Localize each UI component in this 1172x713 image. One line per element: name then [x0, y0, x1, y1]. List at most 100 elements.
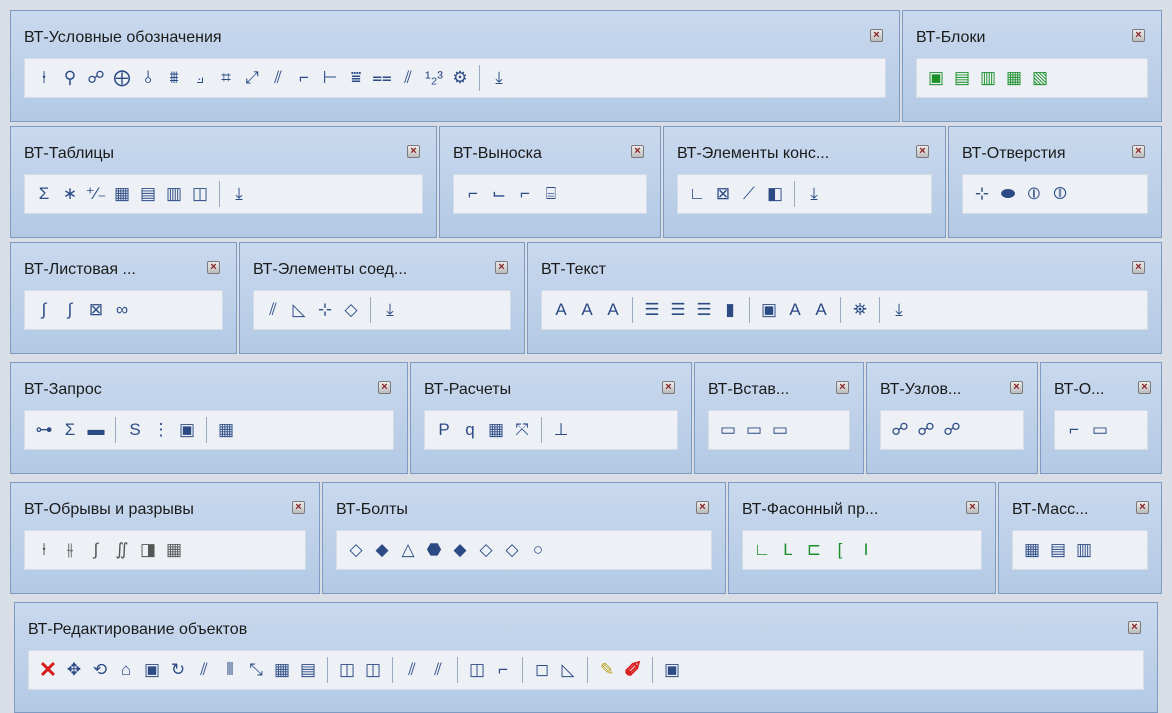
uslovnye-tool-17-icon[interactable]: ⚙	[449, 67, 471, 89]
redaktirovanie-tool-5-icon[interactable]: ▣	[141, 659, 163, 681]
redaktirovanie-tool-9-icon[interactable]: ⤡	[245, 659, 267, 681]
tekst-tool-11-icon[interactable]: ⛯	[849, 299, 871, 321]
tablitsy-tool-1-icon[interactable]: Σ	[33, 183, 55, 205]
tekst-tool-5-icon[interactable]: ☰	[667, 299, 689, 321]
redaktirovanie-tool-6-icon[interactable]: ↻	[167, 659, 189, 681]
uslovnye-tool-2-icon[interactable]: ⚲	[59, 67, 81, 89]
bolty-tool-4-icon[interactable]: ⬣	[423, 539, 445, 561]
uslovnye-tool-14-icon[interactable]: ⩵	[371, 67, 393, 89]
tablitsy-tool-2-icon[interactable]: ∗	[59, 183, 81, 205]
elementy_soed-tool-4-icon[interactable]: ◇	[340, 299, 362, 321]
zapros-tool-3-icon[interactable]: ▬	[85, 419, 107, 441]
tekst-tool-12-icon[interactable]: ⤓	[888, 299, 910, 321]
close-icon[interactable]: ×	[1010, 381, 1023, 394]
close-icon[interactable]: ×	[1136, 501, 1149, 514]
close-icon[interactable]: ×	[1132, 145, 1145, 158]
tablitsy-tool-6-icon[interactable]: ▥	[163, 183, 185, 205]
bloki-tool-1-icon[interactable]: ▣	[925, 67, 947, 89]
vstav-tool-1-icon[interactable]: ▭	[717, 419, 739, 441]
vynoska-tool-3-icon[interactable]: ⌐	[514, 183, 536, 205]
bolty-tool-3-icon[interactable]: △	[397, 539, 419, 561]
tekst-tool-1-icon[interactable]: A	[550, 299, 572, 321]
uslovnye-tool-8-icon[interactable]: ⌗	[215, 67, 237, 89]
uzlov-tool-1-icon[interactable]: ☍	[889, 419, 911, 441]
close-icon[interactable]: ×	[1128, 621, 1141, 634]
redaktirovanie-tool-11-icon[interactable]: ▤	[297, 659, 319, 681]
elementy_kons-tool-1-icon[interactable]: ∟	[686, 183, 708, 205]
uslovnye-tool-7-icon[interactable]: ⟓	[189, 67, 211, 89]
redaktirovanie-tool-7-icon[interactable]: ⫽	[193, 659, 215, 681]
zapros-tool-2-icon[interactable]: Σ	[59, 419, 81, 441]
tablitsy-tool-4-icon[interactable]: ▦	[111, 183, 133, 205]
raschety-tool-5-icon[interactable]: ⊥	[550, 419, 572, 441]
uslovnye-tool-16-icon[interactable]: ¹₂³	[423, 67, 445, 89]
uslovnye-tool-4-icon[interactable]: ⨁	[111, 67, 133, 89]
redaktirovanie-tool-2-icon[interactable]: ✥	[63, 659, 85, 681]
raschety-tool-2-icon[interactable]: q	[459, 419, 481, 441]
uzlov-tool-2-icon[interactable]: ☍	[915, 419, 937, 441]
close-icon[interactable]: ×	[407, 145, 420, 158]
listovaya-tool-2-icon[interactable]: ∫	[59, 299, 81, 321]
redaktirovanie-tool-22-icon[interactable]: ▣	[661, 659, 683, 681]
redaktirovanie-tool-1-icon[interactable]: ✕	[37, 657, 59, 682]
zapros-tool-1-icon[interactable]: ⊶	[33, 419, 55, 441]
tekst-tool-3-icon[interactable]: A	[602, 299, 624, 321]
raschety-tool-1-icon[interactable]: P	[433, 419, 455, 441]
bolty-tool-7-icon[interactable]: ◇	[501, 539, 523, 561]
redaktirovanie-tool-15-icon[interactable]: ⫽	[427, 659, 449, 681]
close-icon[interactable]: ×	[207, 261, 220, 274]
raschety-tool-4-icon[interactable]: ⤧	[511, 419, 533, 441]
close-icon[interactable]: ×	[696, 501, 709, 514]
listovaya-tool-4-icon[interactable]: ∞	[111, 299, 133, 321]
tekst-tool-8-icon[interactable]: ▣	[758, 299, 780, 321]
o-tool-1-icon[interactable]: ⌐	[1063, 419, 1085, 441]
elementy_kons-tool-4-icon[interactable]: ◧	[764, 183, 786, 205]
obryvy-tool-5-icon[interactable]: ◨	[137, 539, 159, 561]
redaktirovanie-tool-14-icon[interactable]: ⫽	[401, 659, 423, 681]
bloki-tool-5-icon[interactable]: ▧	[1029, 67, 1051, 89]
redaktirovanie-tool-8-icon[interactable]: ⦀	[219, 659, 241, 681]
uslovnye-tool-9-icon[interactable]: ⤢	[241, 67, 263, 89]
vstav-tool-2-icon[interactable]: ▭	[743, 419, 765, 441]
bloki-tool-3-icon[interactable]: ▥	[977, 67, 999, 89]
uslovnye-tool-6-icon[interactable]: ⩩	[163, 67, 185, 89]
close-icon[interactable]: ×	[292, 501, 305, 514]
close-icon[interactable]: ×	[1132, 29, 1145, 42]
uslovnye-tool-3-icon[interactable]: ☍	[85, 67, 107, 89]
vynoska-tool-1-icon[interactable]: ⌐	[462, 183, 484, 205]
uslovnye-tool-15-icon[interactable]: ⫽	[397, 67, 419, 89]
vstav-tool-3-icon[interactable]: ▭	[769, 419, 791, 441]
tablitsy-tool-3-icon[interactable]: ⁺⁄₋	[85, 183, 107, 205]
mass-tool-2-icon[interactable]: ▤	[1047, 539, 1069, 561]
otverstiya-tool-4-icon[interactable]: ⦷	[1049, 183, 1071, 205]
tekst-tool-4-icon[interactable]: ☰	[641, 299, 663, 321]
redaktirovanie-tool-13-icon[interactable]: ◫	[362, 659, 384, 681]
fasonny-tool-3-icon[interactable]: ⊏	[803, 539, 825, 561]
mass-tool-3-icon[interactable]: ▥	[1073, 539, 1095, 561]
redaktirovanie-tool-18-icon[interactable]: ◻	[531, 659, 553, 681]
elementy_soed-tool-5-icon[interactable]: ⤓	[379, 299, 401, 321]
redaktirovanie-tool-16-icon[interactable]: ◫	[466, 659, 488, 681]
tekst-tool-7-icon[interactable]: ▮	[719, 299, 741, 321]
close-icon[interactable]: ×	[870, 29, 883, 42]
zapros-tool-5-icon[interactable]: ⋮	[150, 419, 172, 441]
listovaya-tool-1-icon[interactable]: ∫	[33, 299, 55, 321]
elementy_kons-tool-5-icon[interactable]: ⤓	[803, 183, 825, 205]
obryvy-tool-1-icon[interactable]: ⍿	[33, 539, 55, 561]
uslovnye-tool-13-icon[interactable]: ⩸	[345, 67, 367, 89]
otverstiya-tool-3-icon[interactable]: ⦶	[1023, 183, 1045, 205]
zapros-tool-7-icon[interactable]: ▦	[215, 419, 237, 441]
fasonny-tool-2-icon[interactable]: L	[777, 539, 799, 561]
obryvy-tool-2-icon[interactable]: ⫳	[59, 539, 81, 561]
bolty-tool-2-icon[interactable]: ◆	[371, 539, 393, 561]
uslovnye-tool-18-icon[interactable]: ⤓	[488, 67, 510, 89]
elementy_kons-tool-3-icon[interactable]: ⟋	[738, 183, 760, 205]
redaktirovanie-tool-10-icon[interactable]: ▦	[271, 659, 293, 681]
tablitsy-tool-5-icon[interactable]: ▤	[137, 183, 159, 205]
close-icon[interactable]: ×	[916, 145, 929, 158]
o-tool-2-icon[interactable]: ▭	[1089, 419, 1111, 441]
redaktirovanie-tool-20-icon[interactable]: ✎	[596, 659, 618, 681]
elementy_soed-tool-2-icon[interactable]: ◺	[288, 299, 310, 321]
obryvy-tool-3-icon[interactable]: ∫	[85, 539, 107, 561]
vynoska-tool-4-icon[interactable]: ⌸	[540, 183, 562, 205]
